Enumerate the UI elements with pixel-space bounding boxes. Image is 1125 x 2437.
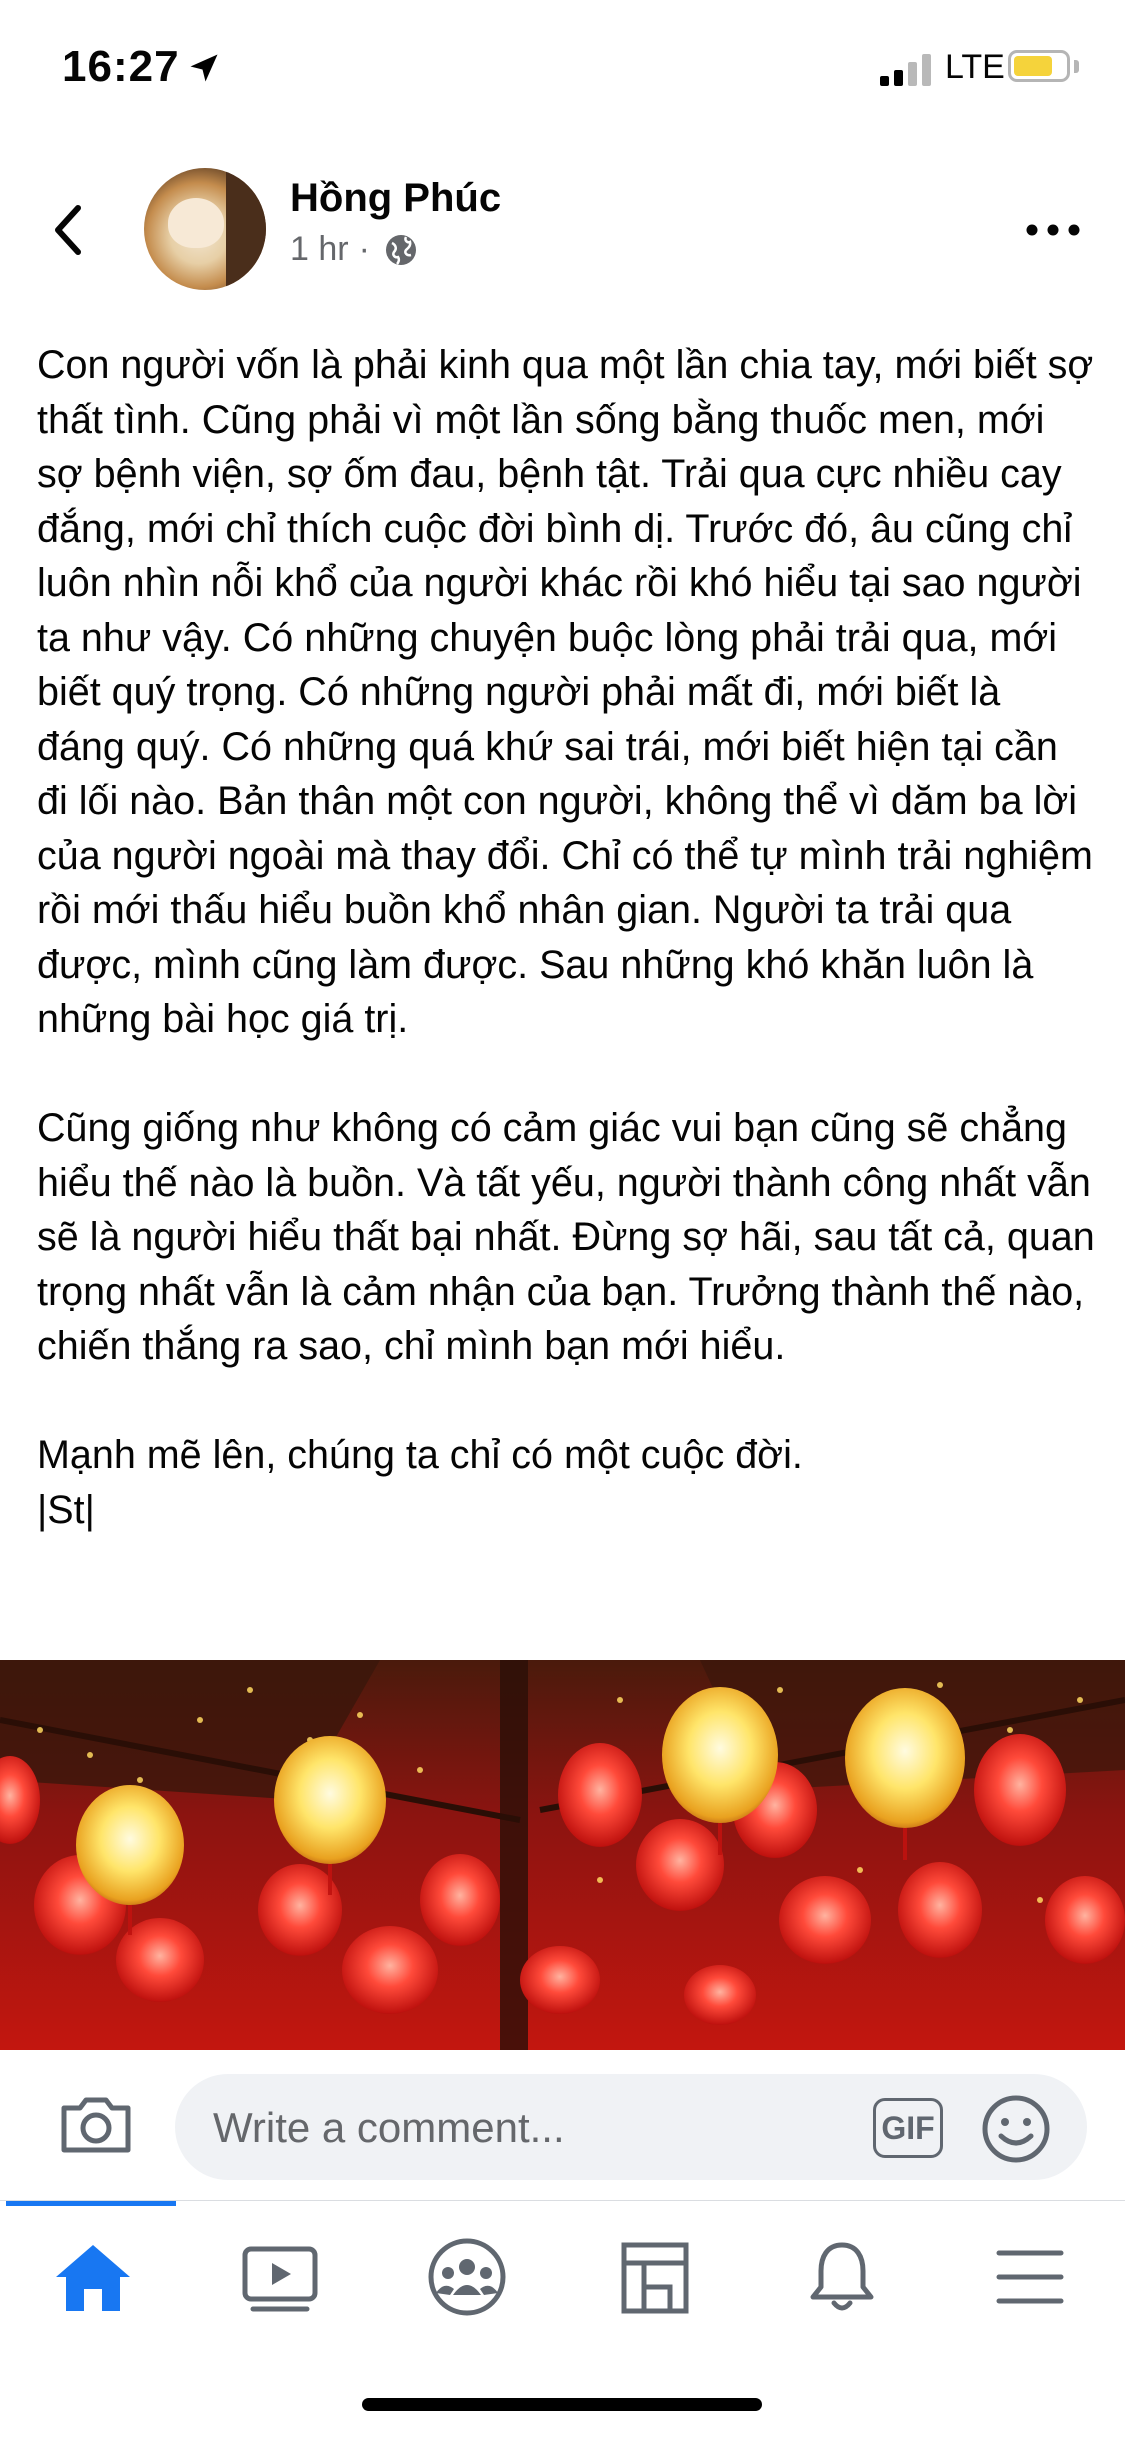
battery-icon bbox=[1008, 50, 1070, 82]
active-tab-indicator bbox=[6, 2201, 176, 2206]
post-text: Con người vốn là phải kinh qua một lần c… bbox=[37, 343, 1095, 1532]
avatar-door bbox=[226, 168, 266, 290]
gif-button[interactable]: GIF bbox=[873, 2098, 943, 2158]
network-type: LTE bbox=[945, 48, 1005, 86]
globe-icon bbox=[385, 234, 416, 265]
location-arrow-icon bbox=[190, 54, 218, 82]
emoji-icon[interactable] bbox=[981, 2094, 1051, 2164]
author-name[interactable]: Hồng Phúc bbox=[290, 176, 501, 221]
battery-tip bbox=[1074, 60, 1079, 73]
menu-icon[interactable] bbox=[985, 2237, 1075, 2317]
watch-icon[interactable] bbox=[235, 2237, 325, 2317]
groups-icon[interactable] bbox=[422, 2237, 512, 2317]
back-button[interactable] bbox=[44, 200, 94, 260]
status-bar: 16:27 LTE bbox=[0, 0, 1125, 140]
avatar-cat bbox=[168, 198, 224, 248]
more-options-icon[interactable] bbox=[1024, 220, 1082, 240]
home-indicator[interactable] bbox=[362, 2398, 762, 2411]
status-time: 16:27 bbox=[62, 42, 180, 91]
home-icon[interactable] bbox=[48, 2237, 138, 2317]
marketplace-icon[interactable] bbox=[610, 2237, 700, 2317]
meta-separator: · bbox=[358, 230, 370, 268]
author-avatar[interactable] bbox=[144, 168, 266, 290]
post-time[interactable]: 1 hr bbox=[290, 230, 349, 269]
cellular-signal-icon bbox=[880, 52, 938, 86]
comment-placeholder: Write a comment... bbox=[213, 2104, 565, 2151]
post-photo[interactable] bbox=[0, 1660, 1125, 2050]
camera-icon[interactable] bbox=[58, 2092, 134, 2156]
post-header: Hồng Phúc 1 hr · bbox=[0, 160, 1125, 300]
comment-bar: Write a comment... GIF bbox=[0, 2050, 1125, 2200]
battery-fill bbox=[1014, 56, 1052, 76]
bell-icon[interactable] bbox=[797, 2237, 887, 2317]
comment-input[interactable]: Write a comment... GIF bbox=[175, 2074, 1087, 2180]
post-meta: 1 hr · bbox=[290, 230, 418, 269]
